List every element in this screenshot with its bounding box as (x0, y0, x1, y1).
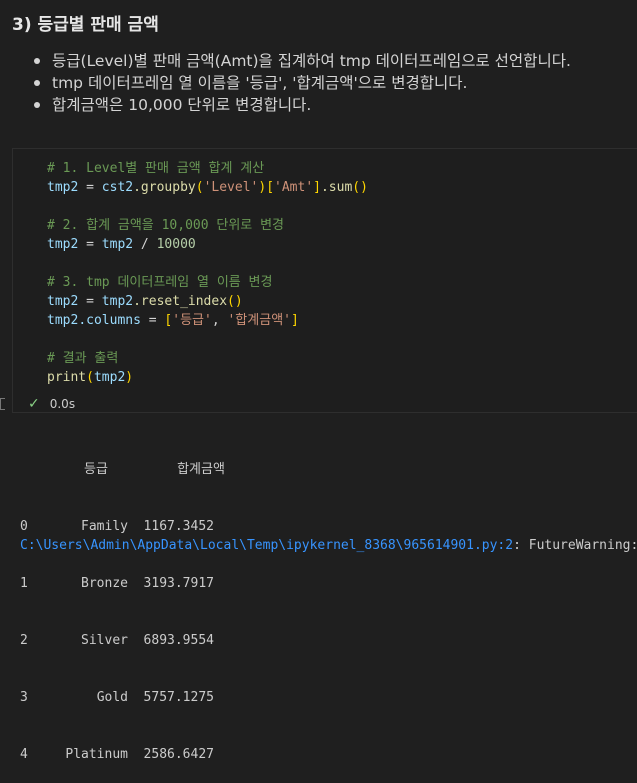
column-header: 합계금액 (177, 462, 225, 477)
execution-status: ✓ 0.0s (12, 395, 75, 413)
bullet-dot-icon (34, 58, 40, 64)
table-row: 2 Silver 6893.9554 (20, 633, 214, 648)
bullet-item: 합계금액은 10,000 단위로 변경합니다. (32, 94, 571, 116)
output-header: 등급 합계금액 (12, 460, 254, 479)
column-header: 등급 (84, 462, 108, 477)
table-row: 0 Family 1167.3452 (20, 519, 214, 534)
bullet-item: 등급(Level)별 판매 금액(Amt)을 집계하여 tmp 데이터프레임으로… (32, 50, 571, 72)
bullet-dot-icon (34, 80, 40, 86)
code-comment: # 2. 합계 금액을 10,000 단위로 변경 (47, 218, 284, 233)
cell-bracket (0, 398, 5, 410)
check-icon: ✓ (28, 396, 40, 412)
table-row: 3 Gold 5757.1275 (20, 690, 214, 705)
code-comment: # 3. tmp 데이터프레임 열 이름 변경 (47, 275, 273, 290)
bullet-list: 등급(Level)별 판매 금액(Amt)을 집계하여 tmp 데이터프레임으로… (32, 50, 571, 116)
table-row: 1 Bronze 3193.7917 (20, 576, 214, 591)
execution-time: 0.0s (49, 397, 76, 411)
code-cell[interactable]: # 1. Level별 판매 금액 합계 계산 tmp2 = cst2.grou… (12, 148, 637, 413)
bullet-dot-icon (34, 102, 40, 108)
section-title: 3) 등급별 판매 금액 (12, 15, 159, 35)
code-comment: # 1. Level별 판매 금액 합계 계산 (47, 161, 265, 176)
bullet-item: tmp 데이터프레임 열 이름을 '등급', '합계금액'으로 변경합니다. (32, 72, 571, 94)
code-comment: # 결과 출력 (47, 351, 119, 366)
table-row: 4 Platinum 2586.6427 (20, 747, 214, 762)
cell-output: 등급 합계금액 0 Family 1167.3452 1 Bronze 3193.7917… (12, 422, 254, 783)
code-editor[interactable]: # 1. Level별 판매 금액 합계 계산 tmp2 = cst2.grou… (47, 159, 368, 387)
